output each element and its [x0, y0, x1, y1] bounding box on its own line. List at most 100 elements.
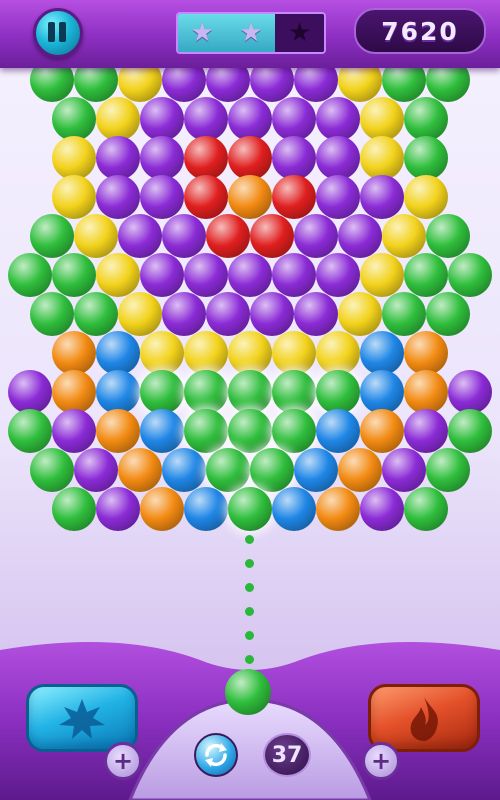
- orange-bubble: [118, 448, 162, 492]
- purple-bubble: [272, 253, 316, 297]
- highlighted-green-bubble: [184, 370, 228, 414]
- green-bubble: [404, 136, 448, 180]
- orange-bubble: [228, 175, 272, 219]
- green-bubble: [382, 292, 426, 336]
- red-bubble: [184, 136, 228, 180]
- blue-bubble: [96, 370, 140, 414]
- star-icon: ★: [226, 14, 276, 52]
- star-icon: ★: [178, 14, 227, 52]
- orange-bubble: [360, 409, 404, 453]
- purple-bubble: [360, 487, 404, 531]
- yellow-bubble: [338, 292, 382, 336]
- orange-bubble: [404, 331, 448, 375]
- score-display: 7620: [354, 8, 486, 54]
- purple-bubble: [140, 136, 184, 180]
- yellow-bubble: [360, 136, 404, 180]
- add-fire-button[interactable]: +: [362, 742, 400, 780]
- purple-bubble: [316, 175, 360, 219]
- green-bubble: [404, 97, 448, 141]
- red-bubble: [228, 136, 272, 180]
- purple-bubble: [74, 448, 118, 492]
- green-bubble: [426, 448, 470, 492]
- green-bubble: [52, 253, 96, 297]
- green-bubble: [404, 253, 448, 297]
- purple-bubble: [404, 409, 448, 453]
- explosion-icon: [59, 699, 105, 739]
- purple-bubble: [96, 487, 140, 531]
- green-bubble: [74, 292, 118, 336]
- purple-bubble: [184, 97, 228, 141]
- purple-bubble: [140, 253, 184, 297]
- purple-bubble: [96, 136, 140, 180]
- orange-bubble: [338, 448, 382, 492]
- green-bubble: [30, 292, 74, 336]
- green-bubble: [52, 487, 96, 531]
- purple-bubble: [162, 292, 206, 336]
- highlighted-green-bubble: [184, 409, 228, 453]
- red-bubble: [272, 175, 316, 219]
- green-bubble: [8, 409, 52, 453]
- shooter-ball[interactable]: [225, 669, 271, 715]
- blue-bubble: [184, 487, 228, 531]
- swap-ball-button[interactable]: [194, 733, 238, 777]
- aim-dot: [245, 607, 254, 616]
- green-bubble: [426, 214, 470, 258]
- yellow-bubble: [184, 331, 228, 375]
- purple-bubble: [294, 292, 338, 336]
- yellow-bubble: [360, 97, 404, 141]
- highlighted-green-bubble: [228, 409, 272, 453]
- orange-bubble: [96, 409, 140, 453]
- yellow-bubble: [140, 331, 184, 375]
- yellow-bubble: [96, 253, 140, 297]
- star-icon: ★: [275, 14, 324, 52]
- purple-bubble: [228, 253, 272, 297]
- purple-bubble: [316, 136, 360, 180]
- highlighted-green-bubble: [228, 487, 272, 531]
- swap-arrows-icon: [205, 743, 227, 767]
- green-bubble: [52, 97, 96, 141]
- highlighted-green-bubble: [140, 370, 184, 414]
- purple-bubble: [184, 253, 228, 297]
- orange-bubble: [52, 370, 96, 414]
- pause-button[interactable]: [33, 8, 83, 58]
- green-bubble: [448, 253, 492, 297]
- aim-dot: [245, 535, 254, 544]
- green-bubble: [30, 448, 74, 492]
- purple-bubble: [118, 214, 162, 258]
- highlighted-green-bubble: [316, 370, 360, 414]
- purple-bubble: [316, 97, 360, 141]
- highlighted-green-bubble: [206, 448, 250, 492]
- pause-icon: [48, 22, 55, 42]
- purple-bubble: [294, 214, 338, 258]
- flame-icon: [410, 697, 438, 741]
- top-bar: ★ ★ ★ 7620: [0, 0, 500, 68]
- yellow-bubble: [52, 136, 96, 180]
- purple-bubble: [162, 214, 206, 258]
- purple-bubble: [228, 97, 272, 141]
- yellow-bubble: [96, 97, 140, 141]
- add-bomb-button[interactable]: +: [104, 742, 142, 780]
- purple-bubble: [316, 253, 360, 297]
- purple-bubble: [52, 409, 96, 453]
- purple-bubble: [272, 97, 316, 141]
- blue-bubble: [140, 409, 184, 453]
- yellow-bubble: [404, 175, 448, 219]
- blue-bubble: [272, 487, 316, 531]
- blue-bubble: [316, 409, 360, 453]
- purple-bubble: [140, 97, 184, 141]
- shots-remaining: 37: [263, 733, 311, 777]
- orange-bubble: [140, 487, 184, 531]
- highlighted-green-bubble: [272, 370, 316, 414]
- star-progress: ★ ★ ★: [176, 12, 326, 54]
- purple-bubble: [96, 175, 140, 219]
- yellow-bubble: [118, 292, 162, 336]
- green-bubble: [448, 409, 492, 453]
- blue-bubble: [162, 448, 206, 492]
- aim-dot: [245, 583, 254, 592]
- aim-dot: [245, 559, 254, 568]
- orange-bubble: [52, 331, 96, 375]
- green-bubble: [404, 487, 448, 531]
- orange-bubble: [316, 487, 360, 531]
- red-bubble: [184, 175, 228, 219]
- blue-bubble: [294, 448, 338, 492]
